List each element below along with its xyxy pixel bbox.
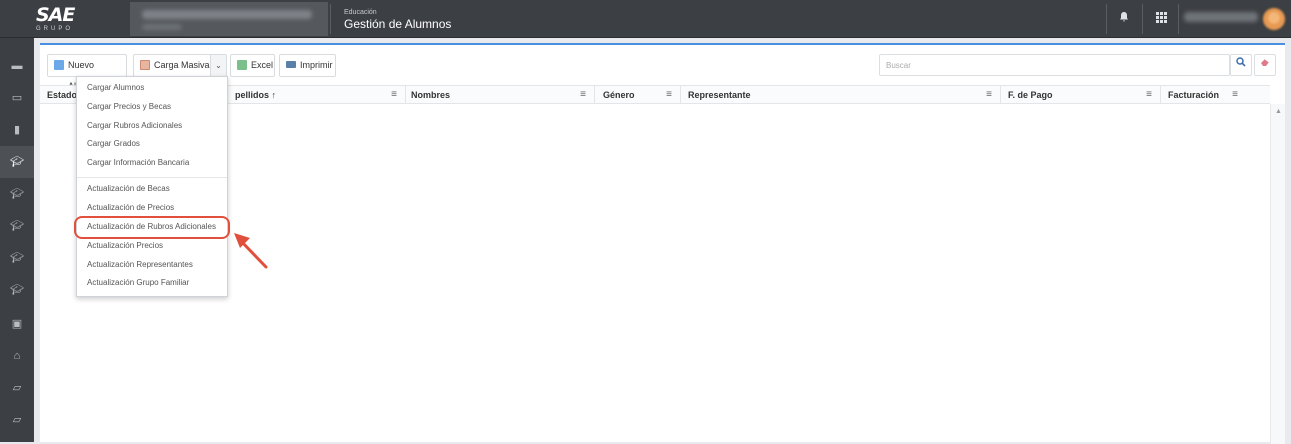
- column-header-genero[interactable]: Género ≡: [596, 86, 681, 104]
- logo-subtext: GRUPO: [36, 26, 74, 32]
- divider: [1178, 4, 1179, 34]
- menu-item-cargar-info-bancaria[interactable]: Cargar Información Bancaria: [77, 154, 227, 172]
- filter-icon[interactable]: ≡: [391, 86, 397, 104]
- column-header-representante[interactable]: Representante ≡: [681, 86, 1001, 104]
- vertical-scrollbar[interactable]: ▲: [1270, 104, 1285, 444]
- divider: [330, 4, 331, 34]
- menu-item-actualizacion-de-precios[interactable]: Actualización de Precios: [77, 199, 227, 217]
- column-label: Estado: [47, 90, 78, 100]
- graduation-cap-icon: 🎓︎: [10, 220, 24, 232]
- highlight-box: [74, 216, 230, 239]
- sidebar-item-building[interactable]: ▮: [0, 114, 34, 146]
- top-bar: SAE GRUPO Educación Gestión de Alumnos: [0, 0, 1291, 38]
- new-student-button[interactable]: Nuevo Alumno: [47, 54, 127, 91]
- filter-icon[interactable]: ≡: [1232, 86, 1238, 104]
- scroll-up-icon[interactable]: ▲: [1275, 108, 1282, 115]
- search-placeholder: Buscar: [886, 61, 911, 70]
- column-label: Género: [603, 90, 635, 100]
- annotation-arrow-icon: [234, 233, 268, 269]
- user-name[interactable]: [1184, 12, 1258, 22]
- graduation-cap-icon: 🎓︎: [10, 156, 24, 168]
- search-icon: [1236, 57, 1246, 67]
- graduation-cap-icon: 🎓︎: [10, 252, 24, 264]
- clear-filter-button[interactable]: [1254, 54, 1276, 76]
- filter-icon[interactable]: ≡: [580, 86, 586, 104]
- apps-grid-icon[interactable]: [1153, 11, 1169, 27]
- sidebar-item-education-3[interactable]: 🎓︎: [0, 210, 34, 242]
- column-header-apellidos[interactable]: pellidos ↑ ≡: [228, 86, 406, 104]
- excel-button[interactable]: Excel: [230, 54, 275, 77]
- bulk-load-label: Carga Masiva: [154, 60, 210, 70]
- sidebar-item-education-5[interactable]: 🎓︎: [0, 274, 34, 306]
- printer-icon: [286, 61, 296, 68]
- menu-item-cargar-alumnos[interactable]: Cargar Alumnos: [77, 79, 227, 97]
- sidebar-item-briefcase[interactable]: ▬: [0, 50, 34, 82]
- excel-label: Excel: [251, 60, 274, 70]
- graduation-cap-icon: 🎓︎: [10, 188, 24, 200]
- menu-item-actualizacion-becas[interactable]: Actualización de Becas: [77, 180, 227, 198]
- logo[interactable]: SAE GRUPO: [36, 5, 84, 33]
- menu-item-cargar-precios-becas[interactable]: Cargar Precios y Becas: [77, 98, 227, 116]
- page-title: Gestión de Alumnos: [344, 17, 452, 31]
- sidebar-item-education[interactable]: 🎓︎: [0, 146, 34, 178]
- new-document-icon: [54, 60, 64, 70]
- module-section: Educación: [344, 9, 377, 16]
- sidebar-item-folder-2[interactable]: ▱: [0, 404, 34, 436]
- chevron-down-icon: ⌄: [215, 61, 222, 70]
- logo-text: SAE: [36, 4, 75, 26]
- sidebar: ▬ ▭ ▮ 🎓︎ 🎓︎ 🎓︎ 🎓︎ 🎓︎ ▣ ⌂ ▱ ▱: [0, 38, 34, 442]
- column-label: pellidos ↑: [235, 90, 277, 100]
- avatar[interactable]: [1263, 8, 1285, 30]
- filter-icon[interactable]: ≡: [1146, 86, 1152, 104]
- search-input[interactable]: Buscar: [879, 54, 1230, 76]
- organization-selector[interactable]: [130, 2, 328, 36]
- sidebar-item-education-4[interactable]: 🎓︎: [0, 242, 34, 274]
- print-label: Imprimir: [300, 60, 333, 70]
- column-label: Nombres: [411, 90, 451, 100]
- column-label: F. de Pago: [1008, 90, 1053, 100]
- sidebar-item-id-card[interactable]: ▭: [0, 82, 34, 114]
- bank-icon: ⌂: [13, 350, 21, 362]
- filter-icon[interactable]: ≡: [986, 86, 992, 104]
- menu-item-cargar-grados[interactable]: Cargar Grados: [77, 135, 227, 153]
- bus-icon: ▣: [11, 318, 23, 330]
- bell-icon[interactable]: [1116, 11, 1132, 27]
- column-header-facturacion[interactable]: Facturación ≡: [1161, 86, 1246, 104]
- sidebar-item-bank[interactable]: ⌂: [0, 340, 34, 372]
- id-card-icon: ▭: [11, 92, 23, 104]
- excel-icon: [237, 60, 247, 70]
- menu-divider: [77, 177, 227, 178]
- filter-icon[interactable]: ≡: [666, 86, 672, 104]
- print-button[interactable]: Imprimir: [279, 54, 336, 77]
- bulk-load-button[interactable]: Carga Masiva: [133, 54, 211, 77]
- column-header-nombres[interactable]: Nombres ≡: [404, 86, 595, 104]
- column-label: Representante: [688, 90, 751, 100]
- divider: [1142, 4, 1143, 34]
- menu-item-actualizacion-representantes[interactable]: Actualización Representantes: [77, 256, 227, 274]
- divider: [1106, 4, 1107, 34]
- building-icon: ▮: [13, 124, 21, 136]
- bulk-load-dropdown-toggle[interactable]: ⌄: [210, 54, 227, 77]
- column-label: Facturación: [1168, 90, 1220, 100]
- briefcase-icon: ▬: [11, 60, 23, 72]
- folder-open-icon: ▱: [12, 382, 22, 394]
- sidebar-item-folder[interactable]: ▱: [0, 372, 34, 404]
- search-button[interactable]: [1230, 54, 1252, 76]
- menu-item-cargar-rubros[interactable]: Cargar Rubros Adicionales: [77, 117, 227, 135]
- sidebar-item-education-2[interactable]: 🎓︎: [0, 178, 34, 210]
- sidebar-item-transport[interactable]: ▣: [0, 308, 34, 340]
- clipboard-icon: [140, 60, 150, 70]
- menu-item-actualizacion-precios[interactable]: Actualización Precios: [77, 237, 227, 255]
- menu-item-actualizacion-grupo-familiar[interactable]: Actualización Grupo Familiar: [77, 274, 227, 292]
- bulk-load-menu: Cargar Alumnos Cargar Precios y Becas Ca…: [76, 76, 228, 297]
- eraser-icon: [1260, 58, 1269, 66]
- graduation-cap-icon: 🎓︎: [10, 284, 24, 296]
- folder-open-icon: ▱: [12, 414, 22, 426]
- column-header-fecha-pago[interactable]: F. de Pago ≡: [1001, 86, 1161, 104]
- module-header: Educación Gestión de Alumnos: [344, 9, 451, 32]
